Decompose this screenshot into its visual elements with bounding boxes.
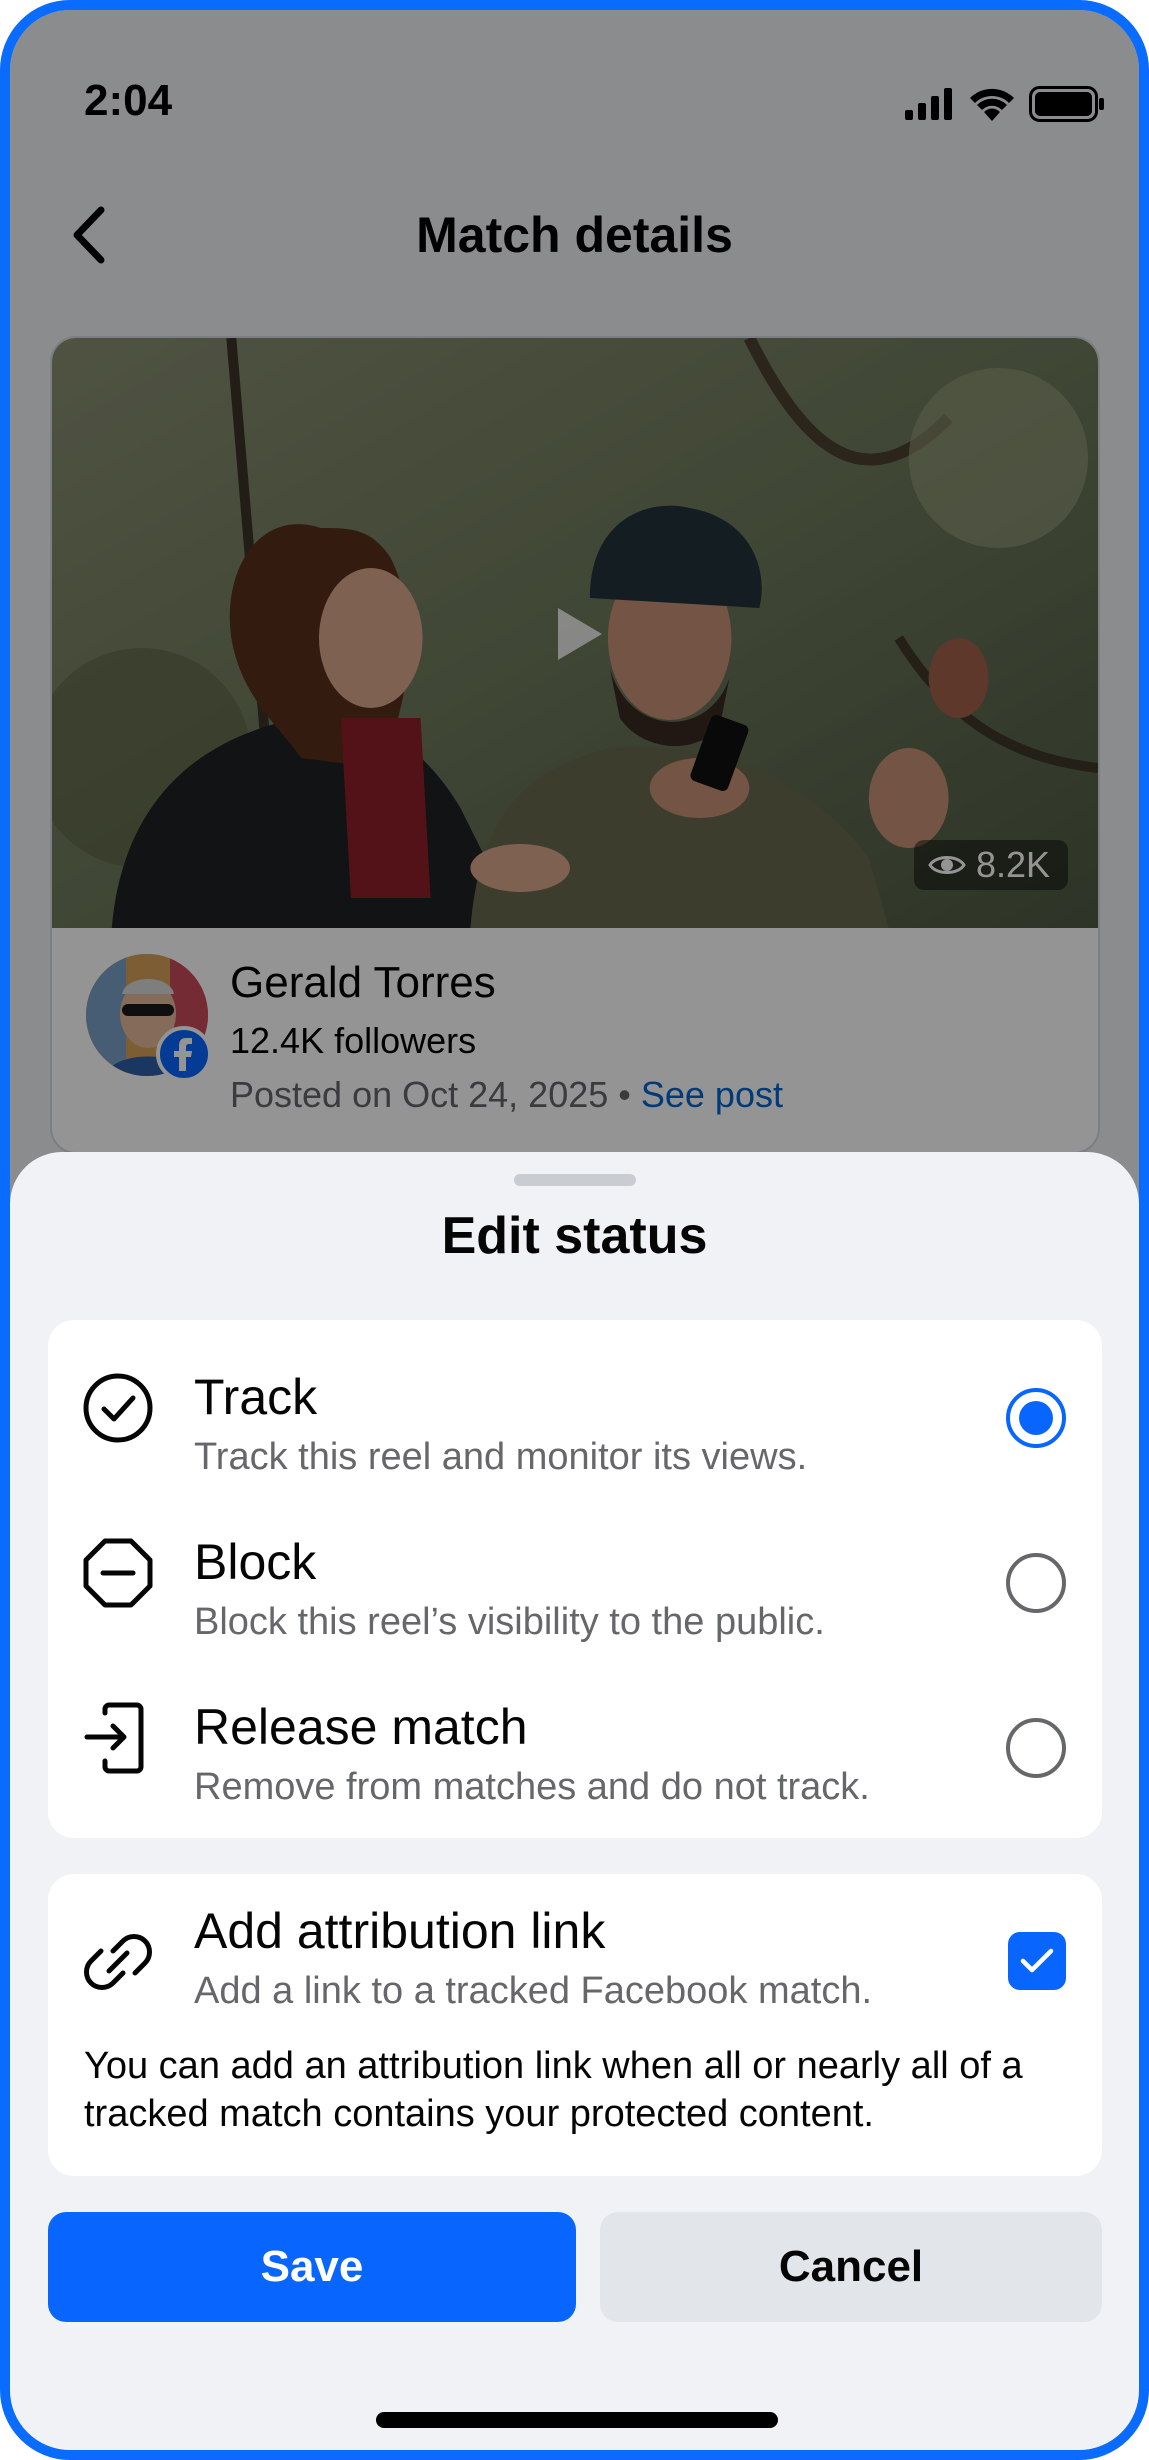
option-release-match[interactable]: Release match Remove from matches and do… bbox=[48, 1650, 1102, 1815]
option-block-subtitle: Block this reel’s visibility to the publ… bbox=[194, 1601, 825, 1643]
option-release-subtitle: Remove from matches and do not track. bbox=[194, 1766, 870, 1808]
save-button[interactable]: Save bbox=[48, 2212, 576, 2322]
checkmark-icon bbox=[1020, 1948, 1054, 1973]
option-track-title: Track bbox=[194, 1369, 318, 1425]
option-track[interactable]: Track Track this reel and monitor its vi… bbox=[48, 1320, 1102, 1485]
sheet-grabber[interactable] bbox=[514, 1174, 636, 1186]
home-indicator[interactable] bbox=[376, 2412, 778, 2428]
attribution-note: You can add an attribution link when all… bbox=[84, 2045, 1023, 2135]
attribution-title: Add attribution link bbox=[194, 1903, 606, 1959]
edit-status-sheet: Edit status Track Track this reel and mo… bbox=[10, 1152, 1139, 2450]
phone-frame: 2:04 Match details 8.2K Gerald Torres 12… bbox=[0, 0, 1149, 2460]
release-icon bbox=[78, 1698, 158, 1778]
option-track-subtitle: Track this reel and monitor its views. bbox=[194, 1436, 808, 1478]
option-release-title: Release match bbox=[194, 1699, 528, 1755]
attribution-checkbox[interactable] bbox=[1008, 1932, 1066, 1990]
track-radio[interactable] bbox=[1006, 1388, 1066, 1448]
block-icon bbox=[78, 1533, 158, 1613]
status-options: Track Track this reel and monitor its vi… bbox=[48, 1320, 1102, 1838]
screen: 2:04 Match details 8.2K Gerald Torres 12… bbox=[10, 10, 1139, 2450]
release-radio[interactable] bbox=[1006, 1718, 1066, 1778]
block-radio[interactable] bbox=[1006, 1553, 1066, 1613]
sheet-title: Edit status bbox=[441, 1207, 708, 1265]
option-block[interactable]: Block Block this reel’s visibility to th… bbox=[48, 1485, 1102, 1650]
attribution-subtitle: Add a link to a tracked Facebook match. bbox=[194, 1970, 873, 2012]
cancel-button[interactable]: Cancel bbox=[600, 2212, 1102, 2322]
attribution-option[interactable]: Add attribution link Add a link to a tra… bbox=[48, 1874, 1102, 2176]
link-icon bbox=[78, 1922, 158, 2002]
check-circle-icon bbox=[78, 1368, 158, 1448]
option-block-title: Block bbox=[194, 1534, 317, 1590]
